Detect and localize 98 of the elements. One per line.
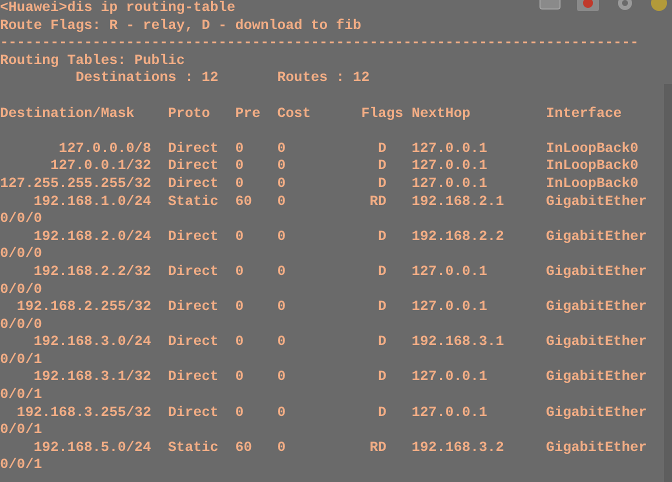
table-cell: 192.168.3.2 (412, 440, 504, 458)
table-cell: GigabitEther (546, 334, 647, 352)
table-cell: 0 (277, 194, 286, 212)
table-cell: InLoopBack0 (546, 140, 638, 158)
table-cell: 127.0.0.1 (412, 176, 488, 194)
table-cell: Direct (168, 299, 218, 317)
table-cell: RD (370, 440, 386, 458)
table-cell: 127.0.0.1 (412, 299, 488, 317)
table-cell: 0 (235, 158, 244, 176)
table-cell: 0/0/1 (0, 422, 42, 440)
table-cell: GigabitEther (546, 369, 647, 388)
table-cell: D (378, 299, 386, 317)
table-cell: 192.168.2.255/32 (16, 299, 152, 317)
table-cell: 127.0.0.1 (412, 264, 488, 282)
table-cell: GigabitEther (546, 440, 647, 458)
table-cell: 60 (235, 194, 252, 212)
table-cell: Direct (168, 140, 218, 158)
table-cell: Direct (168, 404, 218, 422)
table-cell: 0 (277, 264, 286, 282)
table-cell: D (378, 334, 386, 352)
table-cell: 0 (277, 299, 286, 317)
table-cell: 0 (235, 404, 244, 422)
table-cell: 192.168.3.255/32 (16, 404, 152, 422)
table-cell: 0 (235, 299, 244, 317)
table-cell: 0 (235, 140, 244, 158)
table-cell: 127.0.0.1 (412, 369, 488, 388)
column-header: Flags (361, 106, 404, 124)
table-cell: 127.0.0.1 (412, 404, 488, 422)
table-cell: 0 (235, 334, 244, 352)
table-cell: InLoopBack0 (546, 176, 638, 194)
table-cell: Direct (168, 176, 218, 194)
table-cell: 0 (235, 228, 244, 246)
table-cell: 192.168.5.0/24 (34, 440, 152, 458)
table-cell: RD (370, 194, 386, 212)
table-cell: GigabitEther (546, 299, 647, 317)
column-header: Destination/Mask (0, 106, 134, 124)
table-cell: 0 (235, 369, 244, 388)
column-header: Interface (546, 106, 622, 124)
table-cell: 0/0/0 (0, 282, 42, 300)
summary-count: Destinations : 12 (76, 70, 218, 88)
table-cell: Direct (168, 158, 218, 176)
table-cell: 60 (235, 440, 252, 458)
table-cell: 192.168.2.0/24 (34, 228, 152, 246)
column-header: NextHop (412, 106, 470, 124)
table-cell: 0 (277, 440, 286, 458)
table-cell: 0/0/1 (0, 387, 42, 405)
table-cell: 192.168.3.1 (412, 334, 504, 352)
table-cell: 0 (235, 264, 244, 282)
table-cell: 192.168.2.2 (412, 228, 504, 246)
table-cell: 192.168.3.0/24 (34, 334, 152, 352)
table-cell: 0/0/1 (0, 352, 42, 370)
flags-legend: Route Flags: R - relay, D - download to fib (0, 18, 362, 36)
column-header: Cost (277, 106, 311, 124)
table-cell: D (378, 228, 386, 246)
table-cell: Direct (168, 334, 218, 352)
table-cell: InLoopBack0 (546, 158, 638, 176)
table-cell: 127.255.255.255/32 (0, 176, 152, 194)
table-cell: Direct (168, 228, 218, 246)
table-cell: D (378, 140, 386, 158)
table-cell: 0/0/1 (0, 457, 42, 476)
summary-count: Routes : 12 (277, 70, 370, 88)
table-cell: 0 (277, 369, 286, 388)
table-cell: D (378, 369, 386, 388)
table-cell: Direct (168, 264, 218, 282)
table-cell: GigabitEther (546, 194, 647, 212)
table-cell: GigabitEther (546, 228, 647, 246)
table-cell: Static (168, 440, 218, 458)
table-cell: GigabitEther (546, 264, 647, 282)
table-cell: 127.0.0.1 (412, 140, 488, 158)
table-cell: 0/0/0 (0, 246, 42, 264)
table-cell: 0 (235, 176, 244, 194)
table-cell: D (378, 264, 386, 282)
table-cell: GigabitEther (546, 404, 647, 422)
column-header: Pre (235, 106, 260, 124)
command-line: <Huawei>dis ip routing-table (0, 0, 236, 18)
table-title: Routing Tables: Public (0, 52, 185, 70)
table-cell: Static (168, 194, 218, 212)
column-header: Proto (168, 106, 210, 124)
table-cell: Direct (168, 369, 218, 388)
dashed-rule: ---------------------------------------------------------------------------- (0, 35, 639, 53)
table-cell: D (378, 404, 386, 422)
table-cell: 0 (277, 140, 286, 158)
table-cell: 127.0.0.1 (412, 158, 488, 176)
table-cell: 0 (277, 176, 286, 194)
table-cell: 127.0.0.0/8 (58, 140, 152, 158)
table-cell: 0 (277, 334, 286, 352)
table-cell: 0 (277, 228, 286, 246)
table-cell: 192.168.2.2/32 (34, 264, 152, 282)
table-cell: 0 (277, 158, 286, 176)
table-cell: 127.0.0.1/32 (50, 158, 152, 176)
table-cell: D (378, 158, 386, 176)
table-cell: 0/0/0 (0, 316, 42, 334)
table-cell: 0/0/0 (0, 211, 42, 229)
table-cell: 0 (277, 404, 286, 422)
table-cell: D (378, 176, 386, 194)
table-cell: 192.168.2.1 (412, 194, 504, 212)
table-cell: 192.168.1.0/24 (34, 194, 152, 212)
table-cell: 192.168.3.1/32 (34, 369, 152, 388)
